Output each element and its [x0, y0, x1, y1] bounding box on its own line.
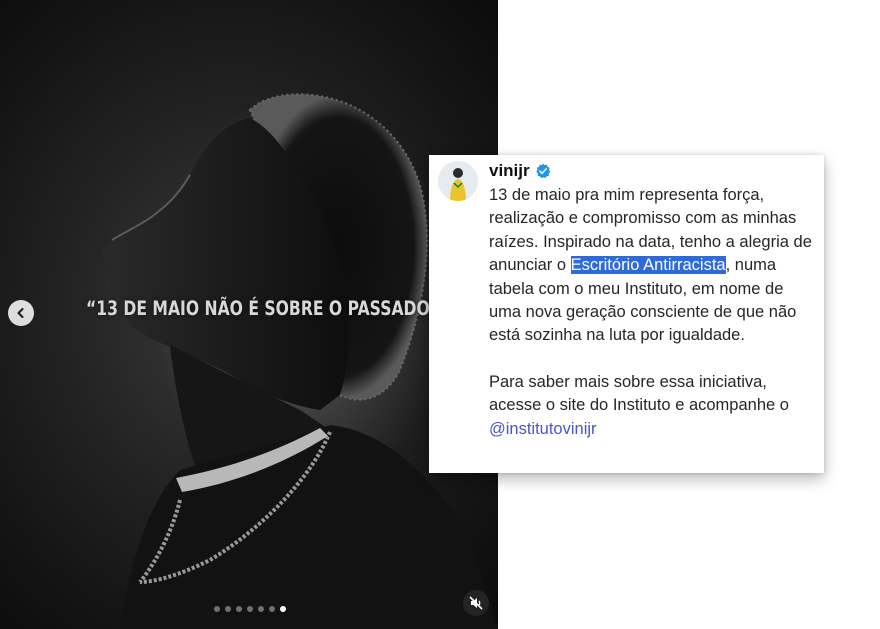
avatar-image — [438, 161, 478, 201]
selected-text-highlight[interactable]: Escritório Antirracista — [570, 256, 726, 275]
carousel-indicator — [214, 606, 286, 612]
username[interactable]: vinijr — [489, 161, 530, 181]
carousel-dot — [236, 606, 242, 612]
verified-badge-icon — [536, 163, 551, 178]
chevron-left-icon — [17, 307, 24, 319]
carousel-dot — [225, 606, 231, 612]
speaker-muted-icon — [469, 596, 483, 610]
post-caption: 13 de maio pra mim representa força, rea… — [489, 184, 814, 441]
post-media[interactable]: “13 DE MAIO NÃO É SOBRE O PASSADO — [0, 0, 498, 629]
carousel-dot — [258, 606, 264, 612]
caption-paragraph: 13 de maio pra mim representa força, rea… — [489, 184, 814, 348]
avatar[interactable] — [438, 161, 478, 201]
caption-paragraph: Para saber mais sobre essa iniciativa, a… — [489, 371, 814, 441]
mute-toggle-button[interactable] — [463, 590, 489, 616]
carousel-dot — [247, 606, 253, 612]
carousel-dot — [269, 606, 275, 612]
caption-card: vinijr 13 de maio pra mim representa for… — [429, 155, 824, 473]
overlay-quote: “13 DE MAIO NÃO É SOBRE O PASSADO — [86, 297, 430, 320]
mention-link[interactable]: @institutovinijr — [489, 420, 597, 438]
caption-text: Para saber mais sobre essa iniciativa, a… — [489, 372, 789, 415]
previous-slide-button[interactable] — [8, 300, 34, 326]
carousel-dot-active — [280, 606, 286, 612]
carousel-dot — [214, 606, 220, 612]
